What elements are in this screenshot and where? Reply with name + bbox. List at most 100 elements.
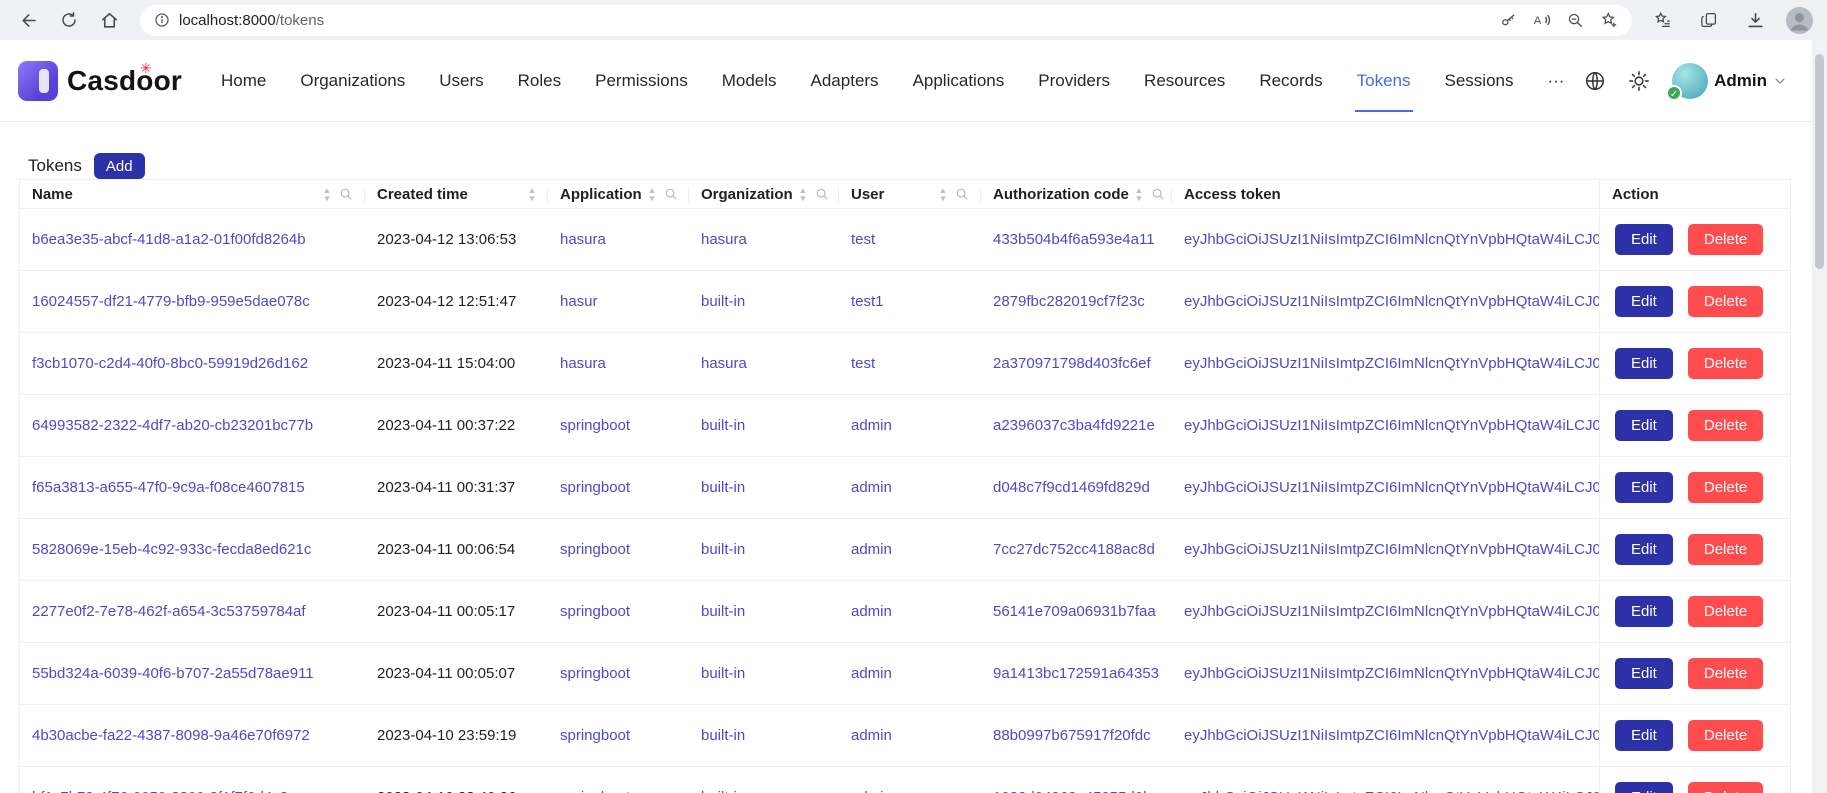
search-icon[interactable] [1151,187,1165,201]
favorites-icon[interactable] [1648,5,1678,35]
delete-button[interactable]: Delete [1688,410,1763,441]
authorization-code-cell[interactable]: 2879fbc282019cf7f23c [981,293,1172,310]
user-link[interactable]: admin [839,665,981,682]
organization-link[interactable]: built-in [689,789,839,793]
edit-button[interactable]: Edit [1615,410,1673,441]
token-name-link[interactable]: b6ea3e35-abcf-41d8-a1a2-01f00fd8264b [20,231,365,248]
delete-button[interactable]: Delete [1688,782,1763,793]
authorization-code-cell[interactable]: d048c7f9cd1469fd829d [981,479,1172,496]
sort-icon[interactable]: ▲▼ [317,187,331,202]
token-name-link[interactable]: 4b30acbe-fa22-4387-8098-9a46e70f6972 [20,727,365,744]
token-name-link[interactable]: 5828069e-15eb-4c92-933c-fecda8ed621c [20,541,365,558]
organization-link[interactable]: built-in [689,479,839,496]
sort-icon[interactable]: ▲▼ [933,187,947,202]
edit-button[interactable]: Edit [1615,348,1673,379]
delete-button[interactable]: Delete [1688,286,1763,317]
user-link[interactable]: test [839,231,981,248]
casdoor-logo[interactable]: Casdoor ✳ [18,61,182,101]
organization-link[interactable]: built-in [689,727,839,744]
edit-button[interactable]: Edit [1615,224,1673,255]
application-link[interactable]: hasura [548,231,689,248]
delete-button[interactable]: Delete [1688,658,1763,689]
address-bar[interactable]: localhost:8000/tokens A [140,5,1632,36]
add-button[interactable]: Add [94,153,145,179]
authorization-code-cell[interactable]: 1032d04962a45955d0bc [981,789,1172,793]
edit-button[interactable]: Edit [1615,720,1673,751]
nav-item-sessions[interactable]: Sessions [1428,40,1531,121]
application-link[interactable]: springboot [548,603,689,620]
search-icon[interactable] [664,187,678,201]
delete-button[interactable]: Delete [1688,720,1763,751]
sort-icon[interactable]: ▲▼ [793,187,807,202]
delete-button[interactable]: Delete [1688,534,1763,565]
user-link[interactable]: admin [839,417,981,434]
authorization-code-cell[interactable]: 7cc27dc752cc4188ac8d [981,541,1172,558]
delete-button[interactable]: Delete [1688,472,1763,503]
nav-item-resources[interactable]: Resources [1127,40,1242,121]
column-header-created-time[interactable]: Created time ▲▼ [365,180,548,208]
application-link[interactable]: springboot [548,665,689,682]
password-key-icon[interactable] [1500,12,1517,29]
nav-item-users[interactable]: Users [422,40,500,121]
organization-link[interactable]: hasura [689,231,839,248]
home-button[interactable] [94,5,124,35]
organization-link[interactable]: hasura [689,355,839,372]
theme-sun-icon[interactable] [1628,70,1650,92]
token-name-link[interactable]: 16024557-df21-4779-bfb9-959e5dae078c [20,293,365,310]
sort-icon[interactable]: ▲▼ [1129,187,1143,202]
add-favorite-icon[interactable] [1600,11,1618,29]
delete-button[interactable]: Delete [1688,596,1763,627]
page-scrollbar[interactable] [1812,40,1827,793]
edit-button[interactable]: Edit [1615,782,1673,793]
search-icon[interactable] [955,187,969,201]
column-header-authorization-code[interactable]: Authorization code ▲▼ [981,180,1172,208]
search-icon[interactable] [815,187,829,201]
edit-button[interactable]: Edit [1615,472,1673,503]
application-link[interactable]: hasura [548,355,689,372]
access-token-cell[interactable]: eyJhbGciOiJSUzI1NiIsImtpZCI6ImNlcnQtYnVp… [1172,727,1599,744]
browser-profile-avatar[interactable] [1786,7,1813,34]
access-token-cell[interactable]: eyJhbGciOiJSUzI1NiIsImtpZCI6ImNlcnQtYnVp… [1172,603,1599,620]
token-name-link[interactable]: 2277e0f2-7e78-462f-a654-3c53759784af [20,603,365,620]
nav-item-adapters[interactable]: Adapters [794,40,896,121]
access-token-cell[interactable]: eyJhbGciOiJSUzI1NiIsImtpZCI6ImNlcnQtYnVp… [1172,789,1599,793]
search-icon[interactable] [339,187,353,201]
nav-item-roles[interactable]: Roles [501,40,578,121]
access-token-cell[interactable]: eyJhbGciOiJSUzI1NiIsImtpZCI6ImNlcnQtYnVp… [1172,293,1599,310]
column-header-name[interactable]: Name ▲▼ [20,180,365,208]
authorization-code-cell[interactable]: 88b0997b675917f20fdc [981,727,1172,744]
language-globe-icon[interactable] [1584,70,1606,92]
token-name-link[interactable]: f3cb1070-c2d4-40f0-8bc0-59919d26d162 [20,355,365,372]
edit-button[interactable]: Edit [1615,596,1673,627]
nav-item-applications[interactable]: Applications [896,40,1022,121]
access-token-cell[interactable]: eyJhbGciOiJSUzI1NiIsImtpZCI6ImNlcnQtYnVp… [1172,231,1599,248]
nav-item-records[interactable]: Records [1242,40,1339,121]
nav-item-tokens[interactable]: Tokens [1340,40,1428,121]
user-link[interactable]: admin [839,541,981,558]
back-button[interactable] [14,5,44,35]
zoom-out-icon[interactable] [1567,12,1584,29]
user-link[interactable]: admin [839,789,981,793]
user-link[interactable]: test1 [839,293,981,310]
user-link[interactable]: admin [839,727,981,744]
user-link[interactable]: test [839,355,981,372]
token-name-link[interactable]: 55bd324a-6039-40f6-b707-2a55d78ae911 [20,665,365,682]
access-token-cell[interactable]: eyJhbGciOiJSUzI1NiIsImtpZCI6ImNlcnQtYnVp… [1172,355,1599,372]
access-token-cell[interactable]: eyJhbGciOiJSUzI1NiIsImtpZCI6ImNlcnQtYnVp… [1172,417,1599,434]
column-header-application[interactable]: Application ▲▼ [548,180,689,208]
nav-item-organizations[interactable]: Organizations [283,40,422,121]
edit-button[interactable]: Edit [1615,658,1673,689]
access-token-cell[interactable]: eyJhbGciOiJSUzI1NiIsImtpZCI6ImNlcnQtYnVp… [1172,665,1599,682]
edit-button[interactable]: Edit [1615,286,1673,317]
delete-button[interactable]: Delete [1688,224,1763,255]
application-link[interactable]: springboot [548,789,689,793]
application-link[interactable]: hasur [548,293,689,310]
user-link[interactable]: admin [839,479,981,496]
access-token-cell[interactable]: eyJhbGciOiJSUzI1NiIsImtpZCI6ImNlcnQtYnVp… [1172,541,1599,558]
token-name-link[interactable]: 64993582-2322-4df7-ab20-cb23201bc77b [20,417,365,434]
delete-button[interactable]: Delete [1688,348,1763,379]
collections-icon[interactable] [1694,5,1724,35]
column-header-organization[interactable]: Organization ▲▼ [689,180,839,208]
organization-link[interactable]: built-in [689,665,839,682]
site-info-icon[interactable] [154,12,170,28]
